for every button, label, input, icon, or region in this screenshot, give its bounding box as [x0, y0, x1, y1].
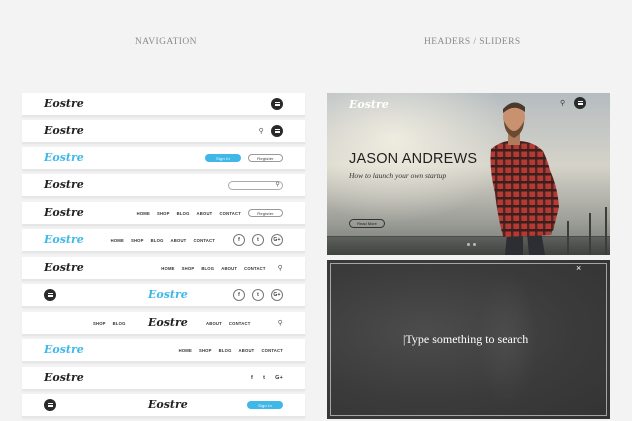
nav-link-contact[interactable]: CONTACT — [244, 266, 266, 271]
logo[interactable]: Eostre — [44, 93, 84, 115]
search-placeholder: Type something to search — [405, 332, 529, 346]
hero-subtitle: How to launch your own startup — [349, 171, 447, 180]
nav-link-shop[interactable]: SHOP — [182, 266, 195, 271]
register-button[interactable]: Register — [248, 209, 283, 217]
google-plus-icon[interactable]: G+ — [271, 234, 283, 246]
menu-icon[interactable] — [44, 289, 56, 301]
facebook-icon[interactable]: f — [233, 289, 245, 301]
nav-variant-2: Eostre ⚲ — [22, 120, 305, 142]
register-button[interactable]: Register — [248, 154, 283, 162]
logo[interactable]: Eostre — [148, 312, 188, 334]
nav-link-contact[interactable]: CONTACT — [219, 211, 241, 216]
logo[interactable]: Eostre — [44, 339, 84, 361]
nav-link-blog[interactable]: BLOG — [151, 238, 164, 243]
twitter-icon[interactable]: t — [263, 375, 265, 381]
nav-link-about[interactable]: ABOUT — [171, 238, 187, 243]
nav-variant-9: SHOP BLOG Eostre ABOUT CONTACT ⚲ — [22, 312, 305, 334]
twitter-icon[interactable]: t — [252, 234, 264, 246]
logo[interactable]: Eostre — [148, 394, 188, 416]
slider-dot[interactable] — [473, 243, 476, 246]
logo[interactable]: Eostre — [44, 202, 84, 224]
menu-icon[interactable] — [271, 125, 283, 137]
nav-link-home[interactable]: HOME — [161, 266, 174, 271]
search-icon[interactable]: ⚲ — [278, 264, 283, 272]
nav-link-contact[interactable]: CONTACT — [229, 321, 251, 326]
nav-link-home[interactable]: HOME — [179, 348, 192, 353]
logo[interactable]: Eostre — [44, 174, 84, 196]
nav-variant-10: Eostre HOME SHOP BLOG ABOUT CONTACT — [22, 339, 305, 361]
hero-title: JASON ANDREWS — [349, 151, 478, 167]
nav-variant-7: Eostre HOME SHOP BLOG ABOUT CONTACT ⚲ — [22, 257, 305, 279]
slider-dots — [467, 243, 476, 246]
nav-link-blog[interactable]: BLOG — [113, 321, 126, 326]
nav-link-blog[interactable]: BLOG — [177, 211, 190, 216]
nav-link-home[interactable]: HOME — [137, 211, 150, 216]
read-more-button[interactable]: Read More — [349, 219, 385, 228]
nav-link-contact[interactable]: CONTACT — [261, 348, 283, 353]
menu-icon[interactable] — [271, 98, 283, 110]
menu-icon[interactable] — [574, 97, 586, 109]
nav-variant-8: Eostre f t G+ — [22, 284, 305, 306]
search-icon[interactable]: ⚲ — [560, 99, 565, 107]
nav-link-shop[interactable]: SHOP — [93, 321, 106, 326]
nav-link-about[interactable]: ABOUT — [221, 266, 237, 271]
menu-icon[interactable] — [44, 399, 56, 411]
logo[interactable]: Eostre — [44, 229, 84, 251]
nav-link-blog[interactable]: BLOG — [201, 266, 214, 271]
facebook-icon[interactable]: f — [251, 375, 253, 381]
nav-link-blog[interactable]: BLOG — [219, 348, 232, 353]
nav-variant-5: Eostre HOME SHOP BLOG ABOUT CONTACT Regi… — [22, 202, 305, 224]
nav-link-shop[interactable]: SHOP — [157, 211, 170, 216]
search-icon[interactable]: ⚲ — [278, 319, 283, 327]
search-overlay: × |Type something to search — [327, 260, 610, 419]
logo[interactable]: Eostre — [44, 120, 84, 142]
nav-variant-6: Eostre HOME SHOP BLOG ABOUT CONTACT f t … — [22, 229, 305, 251]
google-plus-icon[interactable]: G+ — [271, 289, 283, 301]
twitter-icon[interactable]: t — [252, 289, 264, 301]
nav-variant-3: Eostre Sign In Register — [22, 147, 305, 169]
nav-link-about[interactable]: ABOUT — [197, 211, 213, 216]
nav-link-home[interactable]: HOME — [111, 238, 124, 243]
nav-variant-1: Eostre — [22, 93, 305, 115]
search-icon[interactable]: ⚲ — [259, 127, 264, 135]
search-icon: ⚲ — [275, 181, 280, 188]
logo[interactable]: Eostre — [148, 284, 188, 306]
nav-link-shop[interactable]: SHOP — [131, 238, 144, 243]
nav-variant-11: Eostre f t G+ — [22, 367, 305, 389]
facebook-icon[interactable]: f — [233, 234, 245, 246]
sign-in-button[interactable]: Sign In — [247, 401, 283, 409]
nav-link-contact[interactable]: CONTACT — [193, 238, 215, 243]
search-input[interactable]: ⚲ — [228, 180, 283, 190]
search-overlay-input[interactable]: |Type something to search — [403, 332, 528, 347]
google-plus-icon[interactable]: G+ — [275, 375, 283, 381]
nav-variant-12: Eostre Sign In — [22, 394, 305, 416]
slider-dot[interactable] — [467, 243, 470, 246]
headers-section-title: HEADERS / SLIDERS — [424, 37, 521, 47]
nav-link-shop[interactable]: SHOP — [199, 348, 212, 353]
logo[interactable]: Eostre — [44, 257, 84, 279]
logo[interactable]: Eostre — [349, 98, 389, 111]
sign-in-button[interactable]: Sign In — [205, 154, 241, 162]
logo[interactable]: Eostre — [44, 367, 84, 389]
logo[interactable]: Eostre — [44, 147, 84, 169]
close-icon[interactable]: × — [576, 263, 581, 273]
navigation-section-title: NAVIGATION — [135, 37, 197, 47]
nav-link-about[interactable]: ABOUT — [206, 321, 222, 326]
hero-slider: Eostre ⚲ JASON ANDREWS How to launch you… — [327, 93, 610, 255]
nav-link-about[interactable]: ABOUT — [239, 348, 255, 353]
nav-variant-4: Eostre ⚲ — [22, 174, 305, 196]
